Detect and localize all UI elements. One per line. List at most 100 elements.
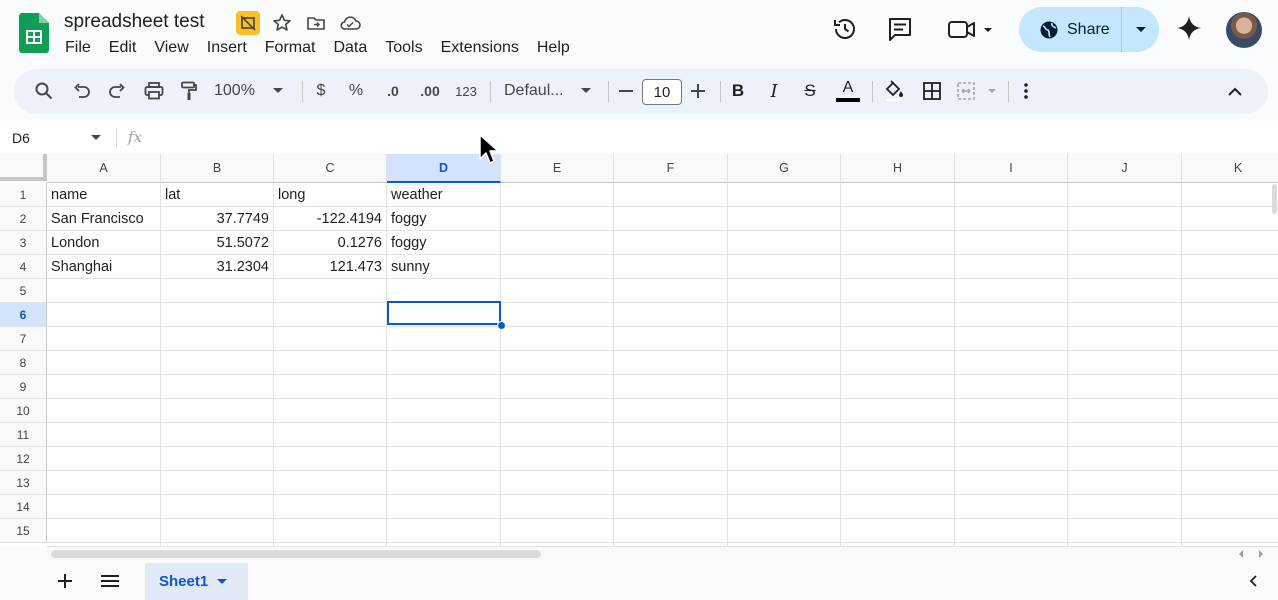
share-button[interactable]: Share xyxy=(1019,7,1121,52)
column-header-b[interactable]: B xyxy=(161,154,274,183)
menu-help[interactable]: Help xyxy=(528,37,579,59)
cell-b4[interactable]: 31.2304 xyxy=(161,255,273,279)
row-header-10[interactable]: 10 xyxy=(0,399,47,423)
print-icon[interactable] xyxy=(141,76,167,106)
menu-extensions[interactable]: Extensions xyxy=(432,37,528,59)
user-avatar[interactable] xyxy=(1226,12,1262,48)
sheet-tab-dropdown-icon[interactable] xyxy=(217,578,228,585)
cell-a3[interactable]: London xyxy=(47,231,160,255)
row-header-9[interactable]: 9 xyxy=(0,375,47,399)
menu-view[interactable]: View xyxy=(145,37,197,59)
column-header-e[interactable]: E xyxy=(501,154,614,183)
star-icon[interactable] xyxy=(270,11,294,35)
font-size-input[interactable]: 10 xyxy=(642,79,682,105)
fill-handle[interactable] xyxy=(497,321,506,330)
percent-format-button[interactable]: % xyxy=(346,76,366,106)
bold-button[interactable]: B xyxy=(728,76,748,106)
cell-a2[interactable]: San Francisco xyxy=(47,207,160,231)
row-header-6[interactable]: 6 xyxy=(0,303,47,327)
fill-color-icon[interactable] xyxy=(880,76,908,106)
row-header-7[interactable]: 7 xyxy=(0,327,47,351)
zoom-dropdown-icon[interactable] xyxy=(270,76,286,106)
horizontal-scrollbar[interactable] xyxy=(47,546,1278,560)
scroll-left-icon[interactable] xyxy=(1237,550,1245,558)
decrease-font-size-icon[interactable] xyxy=(616,76,636,106)
name-box[interactable]: D6 xyxy=(12,130,30,146)
share-dropdown-button[interactable] xyxy=(1122,7,1159,52)
cell-b1[interactable]: lat xyxy=(161,183,273,207)
select-all-corner[interactable] xyxy=(0,154,47,181)
zoom-value[interactable]: 100% xyxy=(214,76,264,106)
document-title[interactable]: spreadsheet test xyxy=(64,11,204,33)
decrease-decimal-button[interactable]: .0 xyxy=(380,76,406,106)
cell-a4[interactable]: Shanghai xyxy=(47,255,160,279)
increase-decimal-button[interactable]: .00 xyxy=(416,76,444,106)
horizontal-scrollbar-thumb[interactable] xyxy=(51,550,541,558)
column-header-k[interactable]: K xyxy=(1182,154,1278,183)
font-family-dropdown-icon[interactable] xyxy=(578,76,594,106)
all-sheets-icon[interactable] xyxy=(99,570,121,592)
move-folder-icon[interactable] xyxy=(304,11,328,35)
explore-collapse-icon[interactable] xyxy=(1242,570,1264,592)
menu-edit[interactable]: Edit xyxy=(100,37,146,59)
redo-icon[interactable] xyxy=(105,76,129,106)
cell-a1[interactable]: name xyxy=(47,183,160,207)
add-sheet-icon[interactable] xyxy=(54,570,76,592)
increase-font-size-icon[interactable] xyxy=(688,76,708,106)
row-header-1[interactable]: 1 xyxy=(0,183,47,207)
more-options-icon[interactable] xyxy=(1016,76,1036,106)
cell-d4[interactable]: sunny xyxy=(387,255,500,279)
column-header-g[interactable]: G xyxy=(728,154,841,183)
menu-insert[interactable]: Insert xyxy=(198,37,256,59)
number-format-button[interactable]: 123 xyxy=(452,76,480,106)
no-access-badge-icon[interactable] xyxy=(236,11,260,35)
cell-d3[interactable]: foggy xyxy=(387,231,500,255)
currency-format-button[interactable]: $ xyxy=(311,76,331,106)
row-header-5[interactable]: 5 xyxy=(0,279,47,303)
cell-d2[interactable]: foggy xyxy=(387,207,500,231)
search-menus-icon[interactable] xyxy=(32,76,56,106)
collapse-menus-icon[interactable] xyxy=(1224,76,1246,106)
vertical-scrollbar-thumb[interactable] xyxy=(1272,184,1277,214)
column-header-a[interactable]: A xyxy=(47,154,161,183)
row-header-4[interactable]: 4 xyxy=(0,255,47,279)
undo-icon[interactable] xyxy=(70,76,94,106)
column-header-i[interactable]: I xyxy=(955,154,1068,183)
sheet-tab-sheet1[interactable]: Sheet1 xyxy=(145,563,248,600)
cloud-saved-icon[interactable] xyxy=(338,11,362,35)
menu-tools[interactable]: Tools xyxy=(376,37,431,59)
spreadsheet-grid[interactable]: A B C D E F G H I J K 1 2 3 4 5 6 7 8 9 … xyxy=(0,154,1278,546)
menu-file[interactable]: File xyxy=(56,37,100,59)
cell-c3[interactable]: 0.1276 xyxy=(274,231,386,255)
cell-d1[interactable]: weather xyxy=(387,183,500,207)
font-family-select[interactable]: Defaul... xyxy=(504,76,574,106)
row-header-13[interactable]: 13 xyxy=(0,471,47,495)
column-header-f[interactable]: F xyxy=(614,154,728,183)
text-color-button[interactable]: A xyxy=(834,76,862,106)
cell-b3[interactable]: 51.5072 xyxy=(161,231,273,255)
italic-button[interactable]: I xyxy=(764,76,784,106)
merge-cells-icon[interactable] xyxy=(956,76,1000,106)
row-header-15[interactable]: 15 xyxy=(0,519,47,543)
meet-call-icon[interactable] xyxy=(944,13,998,45)
column-header-c[interactable]: C xyxy=(274,154,387,183)
row-header-14[interactable]: 14 xyxy=(0,495,47,519)
strikethrough-button[interactable]: S xyxy=(800,76,820,106)
cell-b2[interactable]: 37.7749 xyxy=(161,207,273,231)
row-header-3[interactable]: 3 xyxy=(0,231,47,255)
sheets-logo-icon[interactable] xyxy=(19,13,49,53)
borders-icon[interactable] xyxy=(920,76,944,106)
active-cell-d6[interactable] xyxy=(387,301,501,325)
name-box-dropdown-icon[interactable] xyxy=(91,135,101,141)
column-header-j[interactable]: J xyxy=(1068,154,1182,183)
row-header-12[interactable]: 12 xyxy=(0,447,47,471)
cell-c2[interactable]: -122.4194 xyxy=(274,207,386,231)
scroll-right-icon[interactable] xyxy=(1257,550,1265,558)
row-header-11[interactable]: 11 xyxy=(0,423,47,447)
gemini-sparkle-icon[interactable] xyxy=(1175,14,1205,44)
menu-format[interactable]: Format xyxy=(256,37,325,59)
column-header-h[interactable]: H xyxy=(841,154,955,183)
row-header-8[interactable]: 8 xyxy=(0,351,47,375)
comments-icon[interactable] xyxy=(884,13,916,45)
menu-data[interactable]: Data xyxy=(324,37,376,59)
